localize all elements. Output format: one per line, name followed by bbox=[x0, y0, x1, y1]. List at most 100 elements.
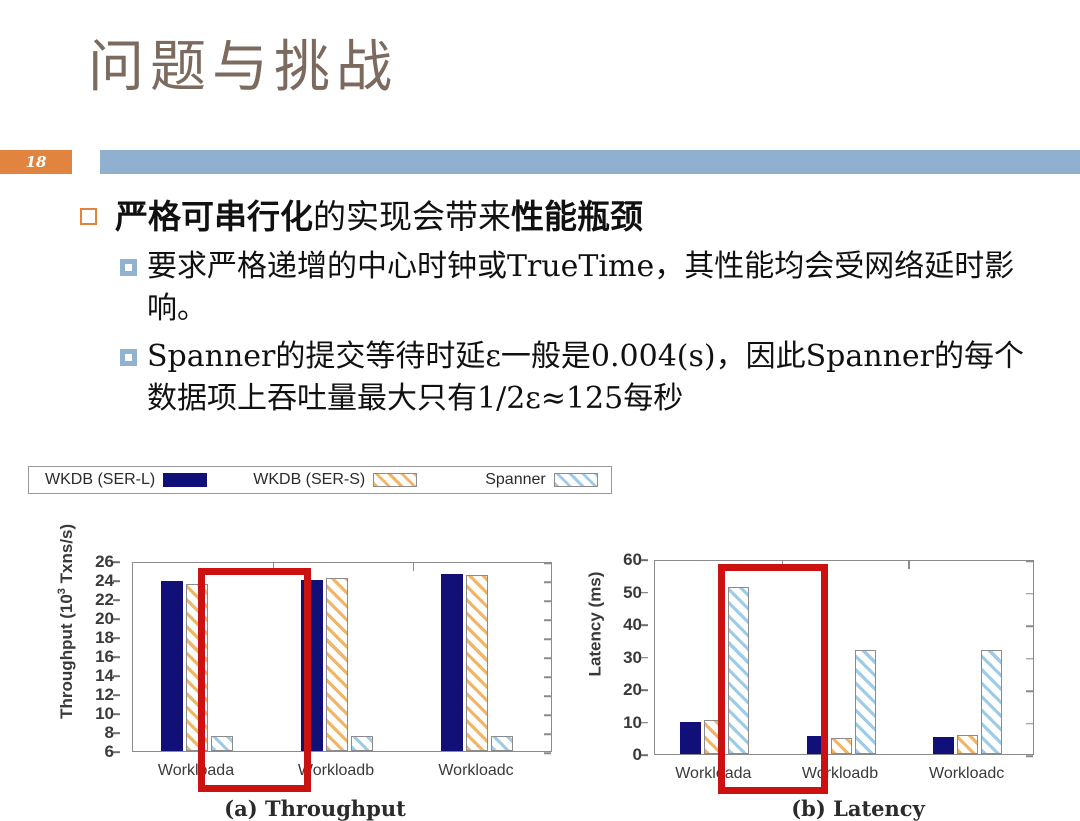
legend-swatch-orange-icon bbox=[373, 473, 418, 487]
bullet-square-icon bbox=[80, 208, 97, 225]
y-tick-label: 30 bbox=[623, 647, 642, 667]
chart-throughput: Throughput (103 Txns/s) 6 8 10 12 14 16 18 20 22… bbox=[50, 504, 580, 821]
sub-bullet-square-icon bbox=[120, 259, 137, 276]
y-tick-mark bbox=[113, 561, 120, 563]
bar-wkdb-ser-s-workloadb bbox=[830, 737, 852, 754]
chart-latency-plot bbox=[654, 560, 1034, 757]
y-tick-label: 20 bbox=[623, 680, 642, 699]
bar-wkdb-ser-l-workloadc bbox=[441, 574, 463, 751]
bullet-l1-rest: 的实现会带来 bbox=[313, 197, 511, 236]
y-tick-mark bbox=[113, 618, 120, 620]
y-tick-label: 18 bbox=[95, 628, 114, 647]
y-tick-mark-right bbox=[544, 600, 551, 602]
bullet-level2-2-text: Spanner的提交等待时延ε一般是0.004(s)，因此Spanner的每个数… bbox=[147, 339, 1024, 416]
legend-swatch-blue-icon bbox=[553, 473, 598, 487]
y-tick-mark bbox=[113, 637, 120, 639]
bar-spanner-workloadc bbox=[981, 650, 1003, 754]
y-tick-mark bbox=[113, 751, 120, 753]
y-tick-label: 10 bbox=[95, 704, 114, 723]
legend-swatch-navy-icon bbox=[163, 473, 208, 487]
y-tick-mark-right bbox=[544, 676, 551, 678]
chart-latency-caption: (b) Latency bbox=[791, 796, 925, 821]
y-tick-mark bbox=[113, 599, 120, 601]
y-tick-label: 12 bbox=[95, 685, 114, 704]
chart-legend: WKDB (SER-L) WKDB (SER-S) Spanner bbox=[28, 466, 612, 494]
bar-spanner-workloadb bbox=[854, 650, 876, 754]
y-tick-label: 16 bbox=[95, 647, 114, 666]
y-tick-mark-right bbox=[1026, 560, 1033, 562]
y-tick-mark-right bbox=[544, 562, 551, 564]
y-tick-mark-right bbox=[544, 714, 551, 716]
bullet-level1: 严格可串行化的实现会带来性能瓶颈 bbox=[80, 194, 1040, 240]
y-tick-label: 14 bbox=[95, 666, 114, 685]
y-tick-mark bbox=[113, 694, 120, 696]
legend-label-2: Spanner bbox=[485, 471, 546, 488]
y-tick-mark-right bbox=[1026, 755, 1033, 757]
y-tick-mark-right bbox=[1026, 722, 1033, 725]
legend-label-0: WKDB (SER-L) bbox=[45, 471, 156, 488]
y-tick-mark-right bbox=[544, 752, 551, 754]
y-tick-mark bbox=[641, 591, 648, 594]
y-tick-mark-right bbox=[544, 581, 551, 583]
chart-latency-yticks: 0 10 20 30 40 50 60 bbox=[604, 504, 648, 764]
y-tick-mark-right bbox=[544, 619, 551, 621]
chart-latency: Latency (ms) 0 10 20 30 40 50 60 Workloada Work… bbox=[558, 504, 1052, 821]
chart-latency-bars bbox=[655, 561, 1033, 754]
highlight-box-throughput bbox=[198, 568, 311, 792]
bullet-l1-bold-lead: 严格可串行化 bbox=[115, 197, 313, 236]
bar-spanner-workloadc bbox=[491, 735, 513, 751]
legend-label-1: WKDB (SER-S) bbox=[253, 471, 366, 488]
y-tick-mark bbox=[641, 689, 648, 691]
x-axis-label-workloadc: Workloadc bbox=[929, 765, 1005, 782]
y-tick-mark bbox=[641, 721, 648, 724]
y-tick-mark bbox=[113, 656, 120, 658]
bar-wkdb-ser-s-workloadb bbox=[326, 578, 348, 751]
bar-spanner-workloadb bbox=[351, 735, 373, 751]
bar-wkdb-ser-s-workloadc bbox=[957, 735, 979, 754]
legend-item-0: WKDB (SER-L) bbox=[45, 471, 208, 489]
bullet-l1-bold-tail: 性能瓶颈 bbox=[511, 197, 643, 236]
bar-wkdb-ser-s-workloadc bbox=[466, 575, 488, 751]
y-tick-mark-right bbox=[1026, 592, 1033, 595]
chart-throughput-bars bbox=[133, 563, 551, 751]
y-tick-mark bbox=[641, 624, 648, 626]
chart-throughput-ylabel-text: Throughput (103 Txns/s) bbox=[56, 523, 77, 720]
y-tick-mark-right bbox=[1026, 690, 1033, 692]
slide-number: 18 bbox=[25, 153, 47, 171]
x-divider-tick bbox=[908, 561, 910, 569]
bar-wkdb-ser-l-workloada bbox=[679, 722, 701, 754]
y-tick-mark-right bbox=[544, 733, 551, 735]
chart-throughput-yticks: 6 8 10 12 14 16 18 20 22 24 26 bbox=[76, 504, 120, 761]
legend-item-2: Spanner bbox=[485, 471, 598, 489]
highlight-box-latency bbox=[718, 564, 828, 794]
y-tick-mark bbox=[641, 656, 648, 659]
bullet-level2-1-text: 要求严格递增的中心时钟或TrueTime，其性能均会受网络延时影响。 bbox=[147, 249, 1015, 326]
y-tick-mark-right bbox=[544, 638, 551, 640]
bullet-level2-2: Spanner的提交等待时延ε一般是0.004(s)，因此Spanner的每个数… bbox=[120, 336, 1040, 420]
chart-latency-ylabel-text: Latency (ms) bbox=[585, 571, 604, 677]
header-band-bar bbox=[100, 150, 1080, 174]
y-tick-mark-right bbox=[544, 695, 551, 697]
page-title: 问题与挑战 bbox=[88, 35, 398, 100]
y-tick-label: 10 bbox=[623, 712, 642, 732]
y-tick-mark-right bbox=[1026, 625, 1033, 627]
sub-bullet-square-icon bbox=[120, 349, 137, 366]
y-tick-mark bbox=[113, 675, 120, 677]
bar-wkdb-ser-l-workloada bbox=[161, 580, 183, 751]
y-tick-label: 26 bbox=[95, 552, 114, 571]
chart-throughput-caption: (a) Throughput bbox=[224, 796, 406, 821]
legend-item-1: WKDB (SER-S) bbox=[253, 471, 418, 489]
x-axis-label-workloadc: Workloadc bbox=[438, 762, 514, 779]
chart-throughput-plot bbox=[132, 562, 552, 754]
y-tick-label: 24 bbox=[95, 571, 114, 590]
y-tick-mark bbox=[113, 580, 120, 582]
y-tick-label: 50 bbox=[623, 582, 642, 602]
bullet-level2-1: 要求严格递增的中心时钟或TrueTime，其性能均会受网络延时影响。 bbox=[120, 246, 1040, 330]
y-tick-label: 22 bbox=[95, 590, 114, 609]
y-tick-mark-right bbox=[544, 657, 551, 659]
figure-image: WKDB (SER-L) WKDB (SER-S) Spanner Throug… bbox=[28, 462, 1052, 821]
y-tick-mark bbox=[113, 732, 120, 734]
y-tick-mark bbox=[113, 713, 120, 715]
header-band: 18 bbox=[0, 150, 1080, 174]
body-content: 严格可串行化的实现会带来性能瓶颈 要求严格递增的中心时钟或TrueTime，其性… bbox=[80, 190, 1040, 420]
